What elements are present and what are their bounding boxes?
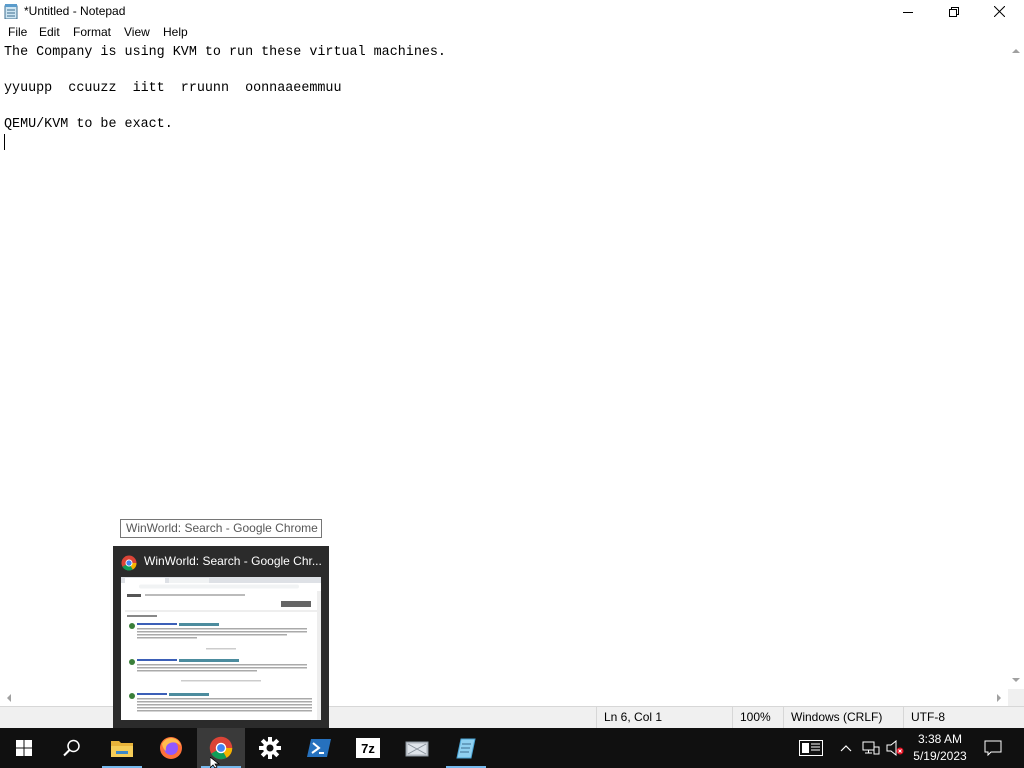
start-button[interactable]	[0, 728, 48, 768]
menu-edit[interactable]: Edit	[39, 25, 60, 39]
scroll-up-button[interactable]	[1008, 42, 1024, 59]
file-explorer-button[interactable]	[98, 728, 146, 768]
scrollbar-corner	[1008, 689, 1024, 706]
show-hidden-icons-button[interactable]	[836, 728, 856, 768]
network-diagram-icon	[405, 741, 429, 757]
notifications-button[interactable]	[978, 728, 1008, 768]
title-bar[interactable]: *Untitled - Notepad	[0, 0, 1024, 23]
powershell-icon	[307, 739, 331, 757]
chevron-left-icon	[7, 693, 11, 702]
chevron-up-icon	[1012, 49, 1020, 53]
text-caret	[4, 134, 5, 150]
news-icon	[799, 740, 823, 756]
notification-icon	[984, 740, 1002, 756]
svg-text:7z: 7z	[361, 741, 375, 756]
editor-line: yyuupp ccuuzz iitt rruunn oonnaaeemmuu	[4, 81, 342, 96]
menu-view[interactable]: View	[124, 25, 150, 39]
browser-preview-image	[121, 577, 321, 720]
firefox-icon	[160, 737, 182, 759]
chrome-icon	[121, 555, 137, 571]
network-status-button[interactable]	[860, 728, 882, 768]
7zip-icon: 7z	[356, 738, 380, 758]
notepad-icon	[456, 738, 476, 759]
editor-line: QEMU/KVM to be exact.	[4, 117, 173, 132]
close-icon	[993, 6, 1005, 17]
notepad-taskbar-button[interactable]	[442, 728, 490, 768]
notepad-icon	[4, 4, 18, 19]
menu-bar: File Edit Format View Help	[0, 23, 1024, 42]
menu-format[interactable]: Format	[73, 25, 111, 39]
volume-button[interactable]	[884, 728, 906, 768]
scroll-left-button[interactable]	[0, 689, 17, 706]
status-line-ending: Windows (CRLF)	[783, 707, 903, 729]
network-app-button[interactable]	[393, 728, 441, 768]
thumbnail-page-preview	[121, 577, 321, 720]
mouse-cursor-icon	[210, 757, 220, 768]
minimize-icon	[903, 11, 913, 13]
7zip-button[interactable]: 7z	[344, 728, 392, 768]
chrome-taskbar-button[interactable]	[197, 728, 245, 768]
settings-button[interactable]	[246, 728, 294, 768]
settings-gear-icon	[259, 737, 281, 759]
clock-time: 3:38 AM	[917, 732, 963, 746]
taskbar-tooltip: WinWorld: Search - Google Chrome	[120, 519, 322, 538]
volume-muted-icon	[886, 740, 904, 756]
clock-date: 5/19/2023	[913, 749, 967, 763]
menu-file[interactable]: File	[8, 25, 27, 39]
chevron-down-icon	[1012, 678, 1020, 682]
search-button[interactable]	[48, 728, 96, 768]
status-encoding: UTF-8	[903, 707, 1024, 729]
taskbar: 7z 3:38 AM 5/19/2023	[0, 728, 1024, 768]
status-cursor-position: Ln 6, Col 1	[596, 707, 731, 729]
search-icon	[63, 739, 80, 757]
scroll-down-button[interactable]	[1008, 672, 1024, 689]
network-icon	[862, 741, 880, 755]
status-zoom: 100%	[732, 707, 783, 729]
news-widget-button[interactable]	[795, 728, 827, 768]
vertical-scrollbar[interactable]	[1008, 42, 1024, 689]
close-button[interactable]	[976, 0, 1022, 23]
chevron-right-icon	[997, 693, 1001, 702]
minimize-button[interactable]	[885, 0, 931, 23]
start-icon	[16, 740, 32, 756]
system-clock[interactable]: 3:38 AM 5/19/2023	[909, 731, 971, 765]
restore-button[interactable]	[931, 0, 977, 23]
editor-line: The Company is using KVM to run these vi…	[4, 45, 446, 60]
chevron-up-icon	[840, 745, 852, 752]
thumbnail-title: WinWorld: Search - Google Chr...	[144, 554, 322, 568]
powershell-button[interactable]	[295, 728, 343, 768]
menu-help[interactable]: Help	[163, 25, 188, 39]
restore-icon	[949, 6, 959, 17]
window-title: *Untitled - Notepad	[24, 4, 126, 18]
file-explorer-icon	[111, 741, 133, 757]
firefox-button[interactable]	[147, 728, 195, 768]
editor-line-caret	[4, 134, 1004, 152]
scroll-right-button[interactable]	[991, 689, 1008, 706]
taskbar-thumbnail-preview[interactable]: WinWorld: Search - Google Chr...	[113, 546, 329, 728]
